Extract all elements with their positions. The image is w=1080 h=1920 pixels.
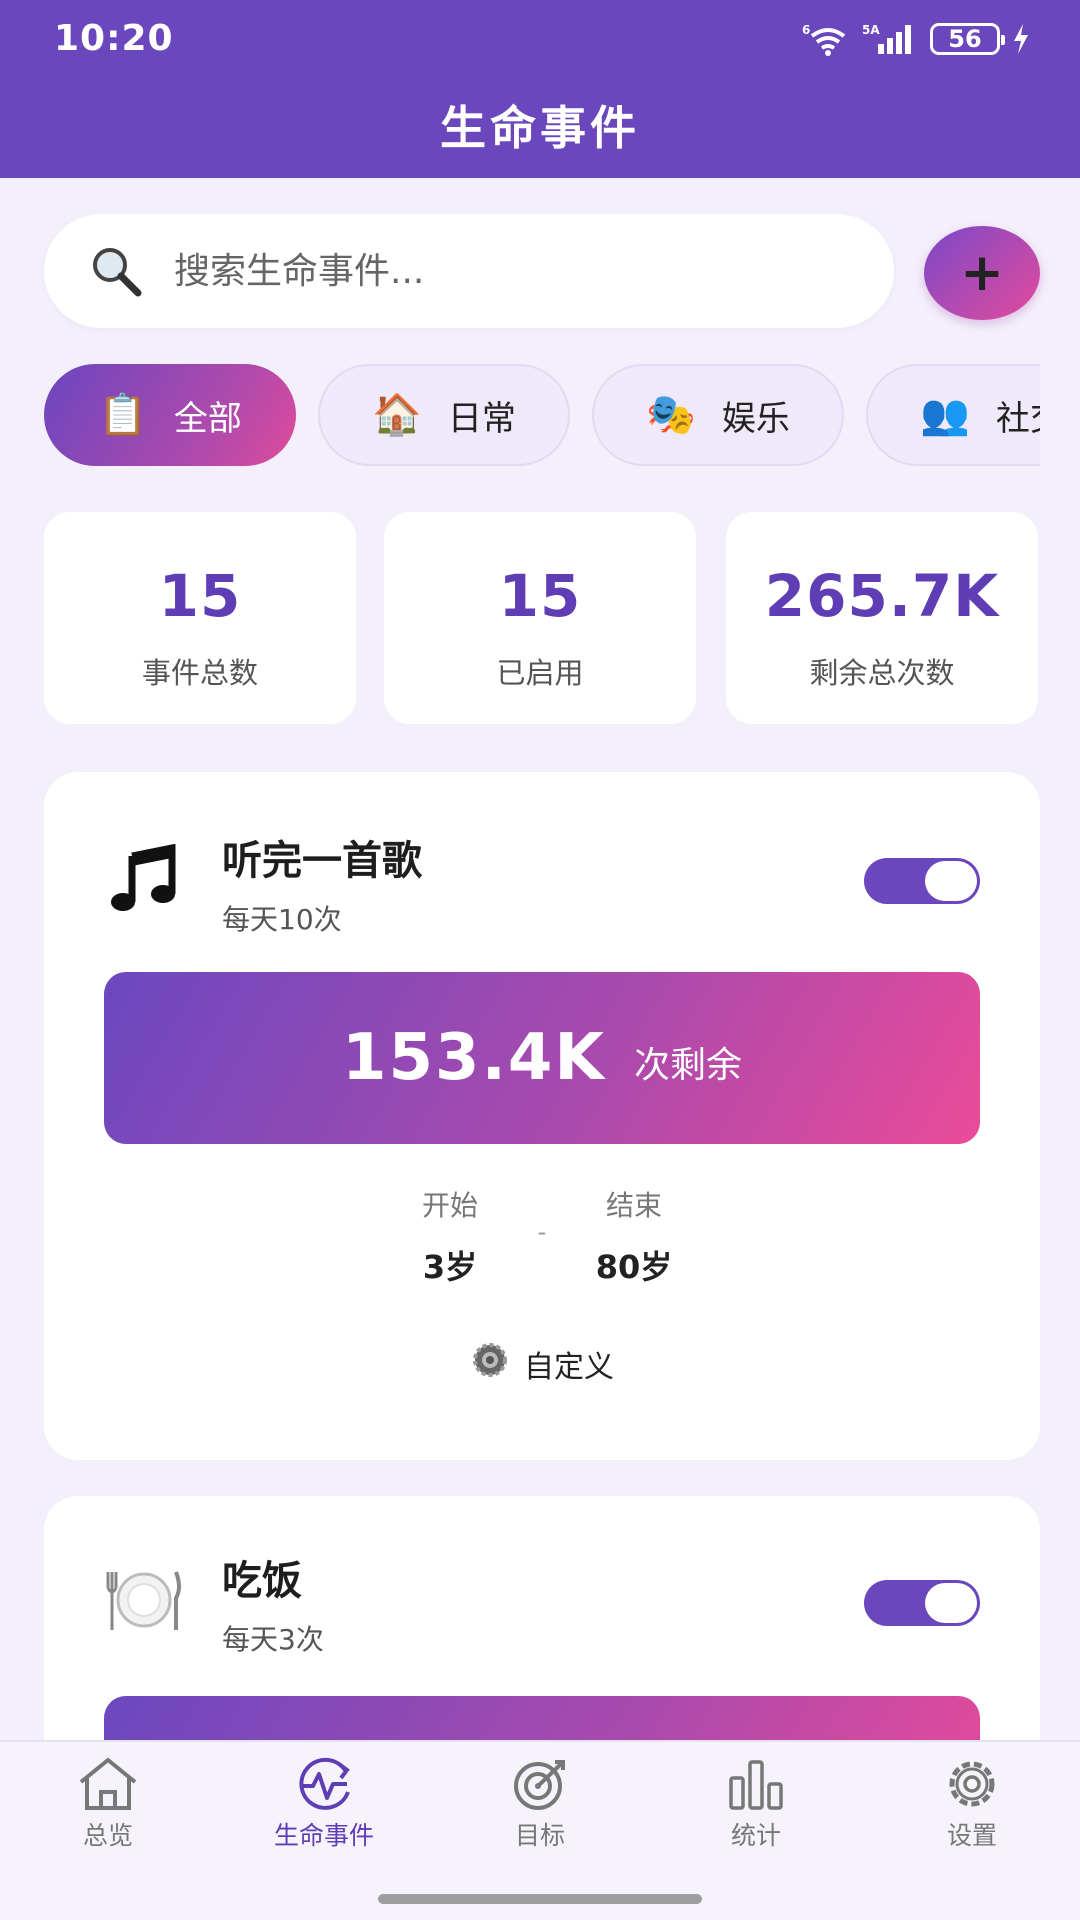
chip-label: 社交 [995,398,1040,439]
theater-masks-icon: 🎭 [646,392,696,438]
nav-label: 目标 [514,1821,565,1850]
pulse-cycle-icon [216,1756,432,1812]
stat-value: 265.7K [764,562,1000,630]
stat-label: 剩余总次数 [809,656,955,690]
gear-icon [470,1340,510,1388]
gear-icon [864,1756,1080,1812]
stat-label: 事件总数 [141,656,258,690]
stat-remaining-total: 265.7K 剩余总次数 [726,512,1038,724]
home-indicator[interactable] [378,1894,702,1904]
stat-total-events: 15 事件总数 [44,512,356,724]
plus-icon: + [960,243,1004,303]
page-title: 生命事件 [440,101,640,155]
age-range: 开始 3岁 - 结束 80岁 [44,1184,1040,1288]
start-age[interactable]: 开始 3岁 [395,1184,505,1288]
music-note-icon [104,840,184,920]
svg-text:5A: 5A [862,23,880,37]
chip-label: 娱乐 [721,398,790,439]
nav-statistics[interactable]: 统计 [648,1756,864,1852]
toggle-knob [925,1583,977,1623]
stat-value: 15 [498,562,582,630]
chip-label: 全部 [173,398,242,439]
event-card[interactable]: 听完一首歌 每天10次 153.4K 次剩余 开始 3岁 - 结束 80岁 自定… [44,772,1040,1460]
chip-all[interactable]: 📋 全部 [44,364,296,466]
custom-mode-button[interactable]: 自定义 [44,1340,1040,1388]
svg-text:6: 6 [802,23,810,37]
cell-signal-icon: 5A [862,22,918,56]
event-title: 吃饭 [222,1558,302,1604]
end-value: 80岁 [595,1248,673,1286]
range-separator: - [537,1218,547,1246]
app-header: 10:20 6 5A 56 生命事件 [0,0,1080,178]
start-value: 3岁 [422,1248,478,1286]
event-toggle[interactable] [864,1580,980,1626]
end-label: 结束 [605,1189,662,1222]
start-label: 开始 [421,1189,478,1222]
home-icon [0,1756,216,1812]
add-event-button[interactable]: + [924,226,1040,320]
chip-entertainment[interactable]: 🎭 娱乐 [592,364,844,466]
remaining-value: 153.4K [341,1021,606,1095]
chip-social[interactable]: 👥 社交 [866,364,1040,466]
people-icon: 👥 [920,392,970,438]
nav-label: 设置 [946,1821,997,1850]
bar-chart-icon [648,1756,864,1812]
stat-label: 已启用 [496,656,584,690]
event-frequency: 每天10次 [222,903,342,936]
status-time: 10:20 [54,18,174,59]
remaining-suffix: 次剩余 [634,1045,743,1086]
bottom-nav: 总览 生命事件 目标 统计 设置 [0,1740,1080,1920]
battery-indicator: 56 [930,23,1005,55]
nav-label: 统计 [730,1821,781,1850]
custom-label: 自定义 [524,1350,614,1385]
category-chips: 📋 全部 🏠 日常 🎭 娱乐 👥 社交 [44,364,1040,468]
event-title: 听完一首歌 [222,838,422,884]
clipboard-icon: 📋 [98,392,148,438]
event-toggle[interactable] [864,858,980,904]
nav-goals[interactable]: 目标 [432,1756,648,1852]
wifi-icon: 6 [802,22,850,56]
nav-overview[interactable]: 总览 [0,1756,216,1852]
nav-label: 总览 [82,1821,133,1850]
plate-icon [104,1560,184,1640]
charging-icon [1012,24,1030,54]
nav-settings[interactable]: 设置 [864,1756,1080,1852]
target-icon [432,1756,648,1812]
toggle-knob [925,861,977,901]
search-icon [88,243,144,299]
nav-life-events[interactable]: 生命事件 [216,1756,432,1852]
search-input[interactable] [174,250,824,292]
status-icons: 6 5A 56 [802,22,1030,56]
end-age[interactable]: 结束 80岁 [579,1184,689,1288]
stat-value: 15 [158,562,242,630]
remaining-count-box: 153.4K 次剩余 [104,972,980,1144]
chip-daily[interactable]: 🏠 日常 [318,364,570,466]
chip-label: 日常 [447,398,516,439]
nav-label: 生命事件 [273,1821,374,1850]
house-icon: 🏠 [372,392,422,438]
event-frequency: 每天3次 [222,1623,324,1656]
stat-enabled: 15 已启用 [384,512,696,724]
search-bar[interactable] [44,214,894,328]
